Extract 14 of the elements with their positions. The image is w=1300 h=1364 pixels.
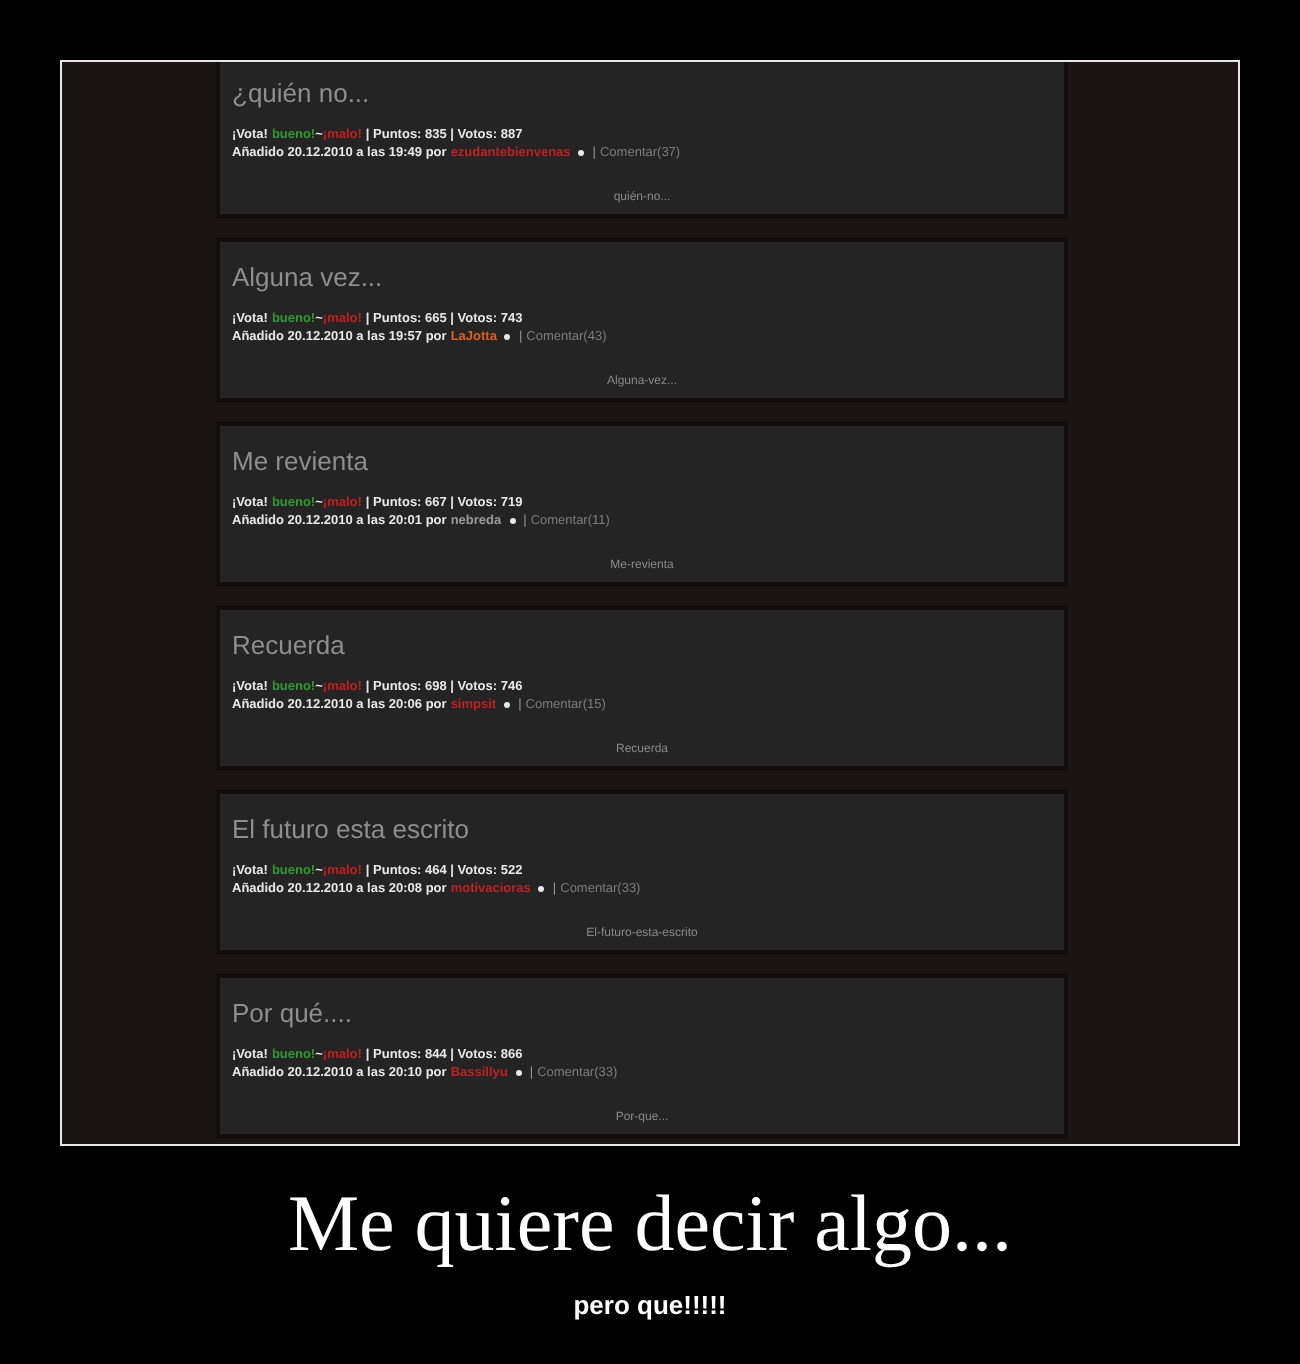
dot-icon bbox=[509, 518, 516, 524]
dot-icon bbox=[504, 702, 511, 708]
dot-icon bbox=[504, 334, 511, 340]
post-title[interactable]: ¿quién no... bbox=[232, 78, 370, 108]
dot-icon bbox=[515, 1070, 522, 1076]
poster-subtitle: pero que!!!!! bbox=[573, 1288, 727, 1324]
dot-icon bbox=[578, 150, 585, 156]
poster-title: Me quiere decir algo... bbox=[287, 1178, 1013, 1270]
dot-icon bbox=[538, 886, 545, 892]
post-title[interactable]: Alguna vez... bbox=[232, 262, 383, 292]
post-title[interactable]: El futuro esta escrito bbox=[232, 814, 469, 844]
post-title[interactable]: Me revienta bbox=[232, 446, 368, 476]
post-title[interactable]: Recuerda bbox=[232, 630, 345, 660]
post-title[interactable]: Por qué.... bbox=[232, 998, 352, 1028]
